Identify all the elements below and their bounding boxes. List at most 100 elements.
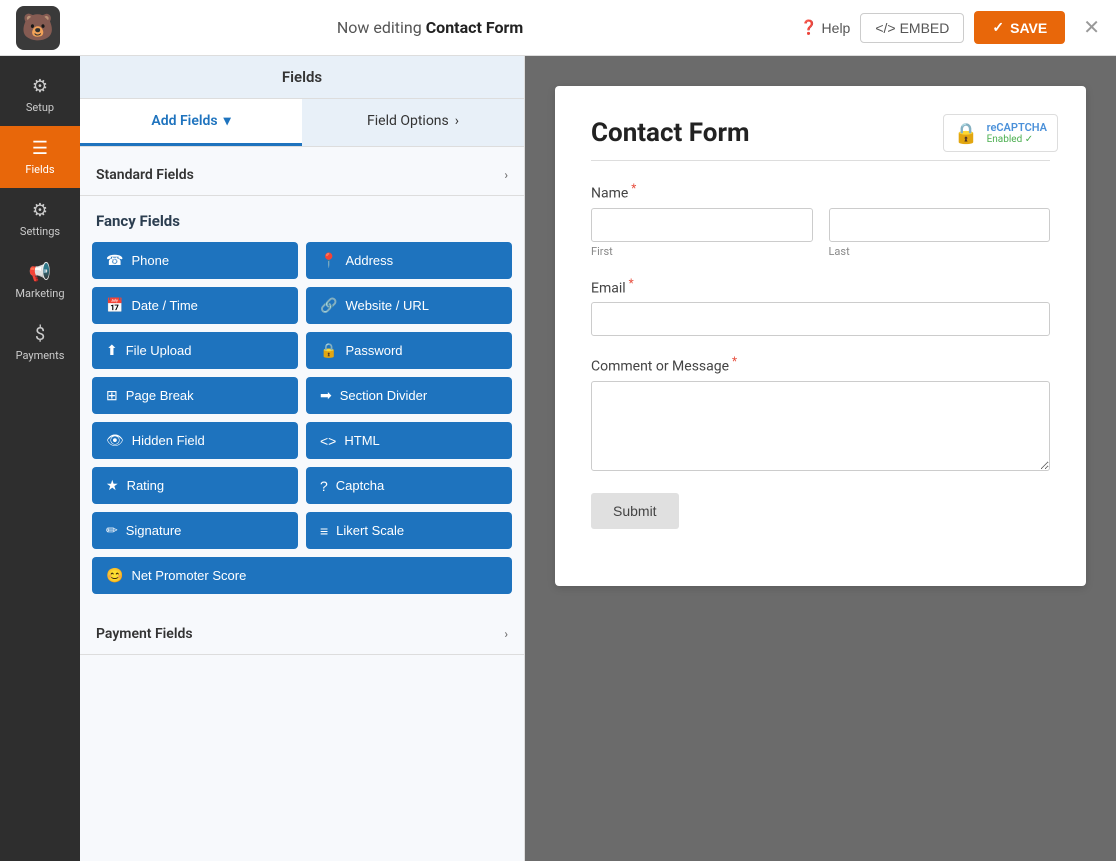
sidebar-item-setup[interactable]: ⚙ Setup — [0, 64, 80, 126]
add-fields-tab-label: Add Fields — [151, 113, 217, 129]
form-field-name: Name * First Last — [591, 181, 1050, 258]
form-field-email: Email * — [591, 276, 1050, 337]
comment-label-text: Comment or Message — [591, 359, 729, 375]
sidebar-item-payments[interactable]: $ Payments — [0, 312, 80, 374]
payments-icon: $ — [35, 324, 45, 345]
rating-label: Rating — [127, 478, 165, 493]
email-input[interactable] — [591, 302, 1050, 336]
payment-fields-chevron: › — [504, 627, 508, 641]
fancy-fields-section: Fancy Fields ☎ Phone 📍 Address 📅 Date / … — [80, 196, 524, 602]
address-icon: 📍 — [320, 252, 337, 269]
field-btn-likert-scale[interactable]: ≡ Likert Scale — [306, 512, 512, 549]
website-url-label: Website / URL — [345, 298, 429, 313]
recaptcha-text: reCAPTCHA Enabled ✓ — [987, 121, 1047, 145]
save-check-icon: ✓ — [992, 19, 1004, 36]
fields-icon: ☰ — [32, 138, 48, 159]
sidebar-item-fields[interactable]: ☰ Fields — [0, 126, 80, 188]
name-first-input[interactable] — [591, 208, 813, 242]
html-icon: <> — [320, 433, 336, 449]
name-row: First Last — [591, 208, 1050, 258]
help-icon: ❓ — [800, 19, 817, 36]
website-icon: 🔗 — [320, 297, 337, 314]
address-label: Address — [345, 253, 393, 268]
editing-label: Now editing — [337, 18, 422, 37]
sidebar-item-fields-label: Fields — [25, 163, 54, 176]
email-label: Email * — [591, 276, 1050, 297]
add-fields-chevron: ▾ — [224, 113, 231, 129]
hidden-field-icon: 👁 — [106, 432, 124, 449]
standard-fields-chevron: › — [504, 168, 508, 182]
field-btn-signature[interactable]: ✏ Signature — [92, 512, 298, 549]
recaptcha-logo-icon: 🔒 — [954, 121, 979, 145]
field-btn-file-upload[interactable]: ⬆ File Upload — [92, 332, 298, 369]
comment-textarea[interactable] — [591, 381, 1050, 471]
field-btn-net-promoter-score[interactable]: 😊 Net Promoter Score — [92, 557, 512, 594]
fancy-fields-grid: ☎ Phone 📍 Address 📅 Date / Time 🔗 Websit… — [92, 242, 512, 594]
captcha-label: Captcha — [336, 478, 384, 493]
sidebar-item-setup-label: Setup — [26, 101, 54, 114]
field-btn-phone[interactable]: ☎ Phone — [92, 242, 298, 279]
rating-icon: ★ — [106, 477, 119, 494]
top-bar-actions: ❓ Help </> EMBED ✓ SAVE ✕ — [800, 11, 1100, 44]
name-last-input[interactable] — [829, 208, 1051, 242]
tab-field-options[interactable]: Field Options › — [302, 99, 524, 146]
sidebar-item-marketing[interactable]: 📢 Marketing — [0, 250, 80, 312]
field-btn-password[interactable]: 🔒 Password — [306, 332, 512, 369]
save-button[interactable]: ✓ SAVE — [974, 11, 1065, 44]
tab-add-fields[interactable]: Add Fields ▾ — [80, 99, 302, 146]
likert-scale-icon: ≡ — [320, 523, 328, 539]
field-btn-captcha[interactable]: ? Captcha — [306, 467, 512, 504]
field-btn-address[interactable]: 📍 Address — [306, 242, 512, 279]
logo-bear-icon: 🐻 — [22, 13, 54, 43]
editing-title: Now editing Contact Form — [337, 18, 523, 37]
form-card: Contact Form 🔒 reCAPTCHA Enabled ✓ Name … — [555, 86, 1086, 586]
signature-icon: ✏ — [106, 522, 118, 539]
submit-button[interactable]: Submit — [591, 493, 679, 529]
name-last-col: Last — [829, 208, 1051, 258]
phone-label: Phone — [131, 253, 169, 268]
net-promoter-icon: 😊 — [106, 567, 123, 584]
net-promoter-score-label: Net Promoter Score — [131, 568, 246, 583]
submit-label: Submit — [613, 503, 657, 519]
email-required-star: * — [626, 276, 634, 290]
page-break-label: Page Break — [126, 388, 194, 403]
field-options-chevron: › — [455, 113, 459, 129]
standard-fields-section[interactable]: Standard Fields › — [80, 155, 524, 196]
sidebar-item-settings[interactable]: ⚙ Settings — [0, 188, 80, 250]
field-btn-html[interactable]: <> HTML — [306, 422, 512, 459]
standard-fields-label: Standard Fields — [96, 167, 194, 183]
hidden-field-label: Hidden Field — [132, 433, 205, 448]
embed-label: EMBED — [900, 20, 950, 36]
payment-fields-label: Payment Fields — [96, 626, 193, 642]
logo-image: 🐻 — [16, 6, 60, 50]
field-btn-section-divider[interactable]: ➡ Section Divider — [306, 377, 512, 414]
name-label-text: Name — [591, 186, 628, 202]
save-label: SAVE — [1010, 20, 1047, 36]
close-button[interactable]: ✕ — [1083, 15, 1100, 40]
name-first-sub: First — [591, 245, 813, 258]
sidebar-item-settings-label: Settings — [20, 225, 60, 238]
field-btn-date-time[interactable]: 📅 Date / Time — [92, 287, 298, 324]
sidebar: ⚙ Setup ☰ Fields ⚙ Settings 📢 Marketing … — [0, 56, 80, 861]
name-required-star: * — [628, 181, 636, 195]
name-last-sub: Last — [829, 245, 1051, 258]
help-button[interactable]: ❓ Help — [800, 19, 850, 36]
field-btn-page-break[interactable]: ⊞ Page Break — [92, 377, 298, 414]
preview-area: Contact Form 🔒 reCAPTCHA Enabled ✓ Name … — [525, 56, 1116, 861]
embed-icon: </> — [875, 20, 895, 36]
name-first-col: First — [591, 208, 813, 258]
email-label-text: Email — [591, 280, 626, 296]
likert-scale-label: Likert Scale — [336, 523, 404, 538]
field-btn-rating[interactable]: ★ Rating — [92, 467, 298, 504]
field-btn-website-url[interactable]: 🔗 Website / URL — [306, 287, 512, 324]
payment-fields-section[interactable]: Payment Fields › — [80, 614, 524, 655]
comment-label: Comment or Message * — [591, 354, 1050, 375]
comment-required-star: * — [729, 354, 737, 368]
file-upload-icon: ⬆ — [106, 342, 118, 359]
embed-button[interactable]: </> EMBED — [860, 13, 964, 43]
field-btn-hidden-field[interactable]: 👁 Hidden Field — [92, 422, 298, 459]
html-label: HTML — [344, 433, 379, 448]
logo: 🐻 — [16, 6, 60, 50]
fancy-fields-title: Fancy Fields — [92, 204, 512, 242]
fields-content: Standard Fields › Fancy Fields ☎ Phone 📍… — [80, 147, 524, 861]
